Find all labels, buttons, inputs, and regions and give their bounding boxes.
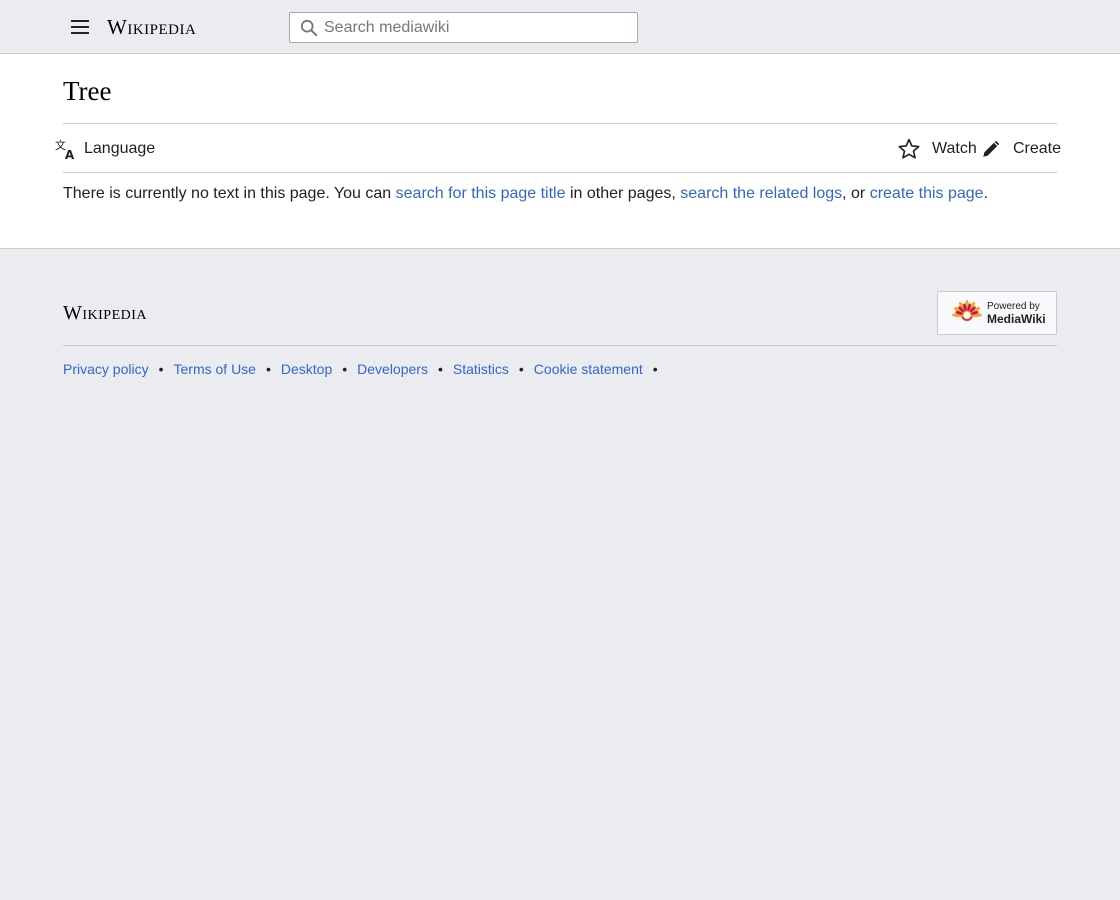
- footer-link-privacy-policy[interactable]: Privacy policy: [63, 361, 149, 377]
- star-icon: [898, 138, 920, 159]
- footer-link-statistics[interactable]: Statistics: [453, 361, 509, 377]
- hamburger-icon: [71, 20, 89, 22]
- page-toolbar: 文 A Language Watch Create: [55, 123, 1061, 173]
- footer-link-developers[interactable]: Developers: [357, 361, 428, 377]
- wikipedia-wordmark-link[interactable]: Wikipedia: [107, 15, 196, 40]
- footer-link-terms-of-use[interactable]: Terms of Use: [174, 361, 256, 377]
- footer-divider: [63, 345, 1057, 346]
- create-page-link[interactable]: create this page: [870, 185, 984, 202]
- search-related-logs-link[interactable]: search the related logs: [680, 185, 842, 202]
- create-label: Create: [1013, 140, 1062, 157]
- language-button[interactable]: 文 A Language: [55, 137, 155, 161]
- svg-text:A: A: [65, 148, 75, 160]
- watch-label: Watch: [932, 140, 977, 157]
- search-box[interactable]: [289, 12, 638, 43]
- pencil-icon: [983, 140, 1000, 157]
- page-title: Tree: [63, 76, 112, 106]
- footer-wikipedia-wordmark[interactable]: Wikipedia: [63, 302, 147, 325]
- search-page-title-link[interactable]: search for this page title: [396, 185, 566, 202]
- watch-button[interactable]: Watch: [898, 137, 977, 161]
- mediawiki-flower-icon: [952, 300, 982, 321]
- search-input[interactable]: [324, 13, 634, 42]
- footer-link-cookie-statement[interactable]: Cookie statement: [534, 361, 643, 377]
- mediawiki-label: MediaWiki: [987, 312, 1046, 326]
- powered-by-mediawiki-badge[interactable]: Powered by MediaWiki: [937, 291, 1057, 335]
- footer-links: Privacy policy • Terms of Use • Desktop • D…: [63, 361, 658, 377]
- language-icon: 文 A: [55, 138, 75, 160]
- main-content: Tree 文 A Language Watch Create There is …: [0, 54, 1120, 249]
- site-header: Wikipedia: [0, 0, 1120, 54]
- no-text-notice: There is currently no text in this page.…: [63, 185, 989, 202]
- create-button[interactable]: Create: [980, 137, 1061, 161]
- search-icon: [300, 19, 318, 37]
- main-menu-button[interactable]: [62, 9, 98, 45]
- language-label: Language: [84, 140, 156, 157]
- footer-link-desktop[interactable]: Desktop: [281, 361, 332, 377]
